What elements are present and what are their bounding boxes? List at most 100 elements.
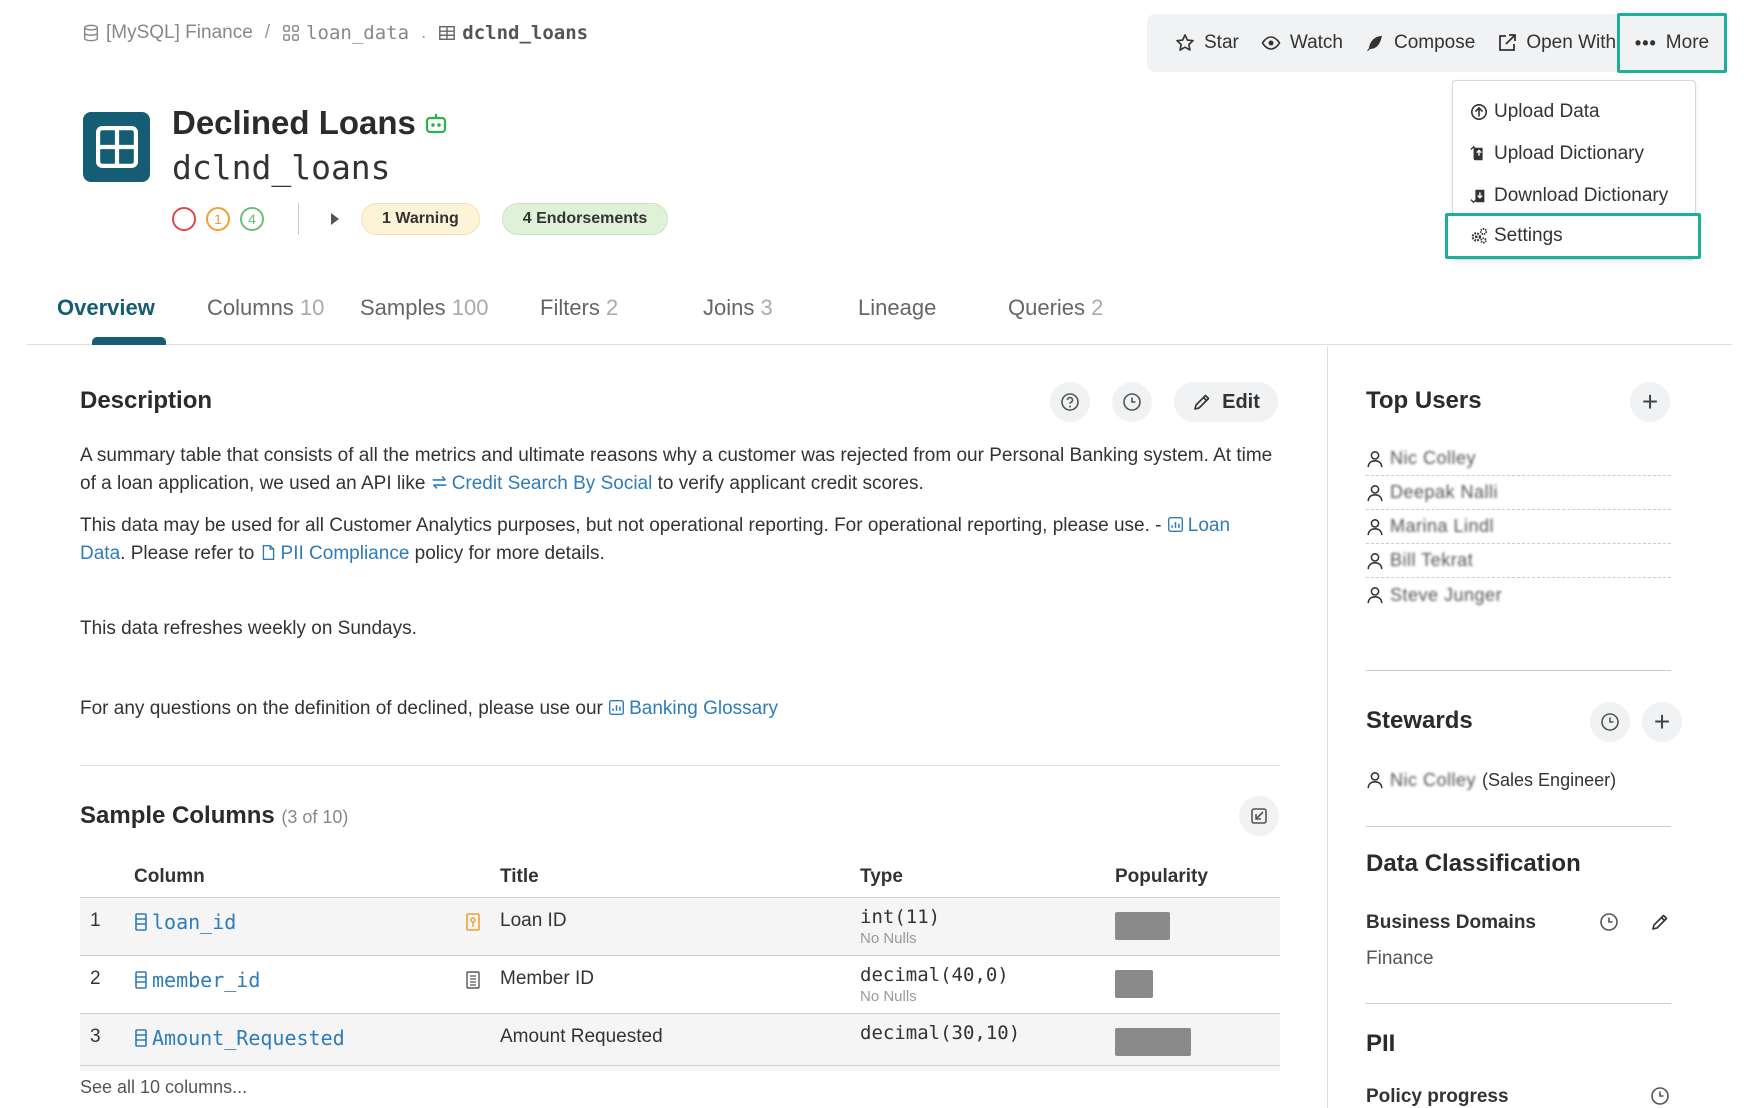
tab-queries[interactable]: Queries 2 <box>1008 295 1103 321</box>
banking-glossary-link-label: Banking Glossary <box>629 698 779 719</box>
tab-label: Columns <box>207 295 294 320</box>
popularity-bar <box>1115 1028 1191 1056</box>
clock-icon <box>1123 393 1141 411</box>
table-badge-icon <box>83 112 150 182</box>
table-row: 3 Amount_Requested Amount Requested deci… <box>80 1013 1280 1071</box>
description-paragraph-1: A summary table that consists of all the… <box>80 442 1280 498</box>
description-text: to verify applicant credit scores. <box>652 473 924 494</box>
compose-button[interactable]: Compose <box>1357 23 1483 63</box>
column-icon <box>135 971 147 989</box>
external-link-icon <box>1499 34 1517 51</box>
database-icon <box>83 24 99 42</box>
user-name: Bill Tekrat <box>1390 550 1474 570</box>
expand-caret-icon[interactable] <box>331 213 339 225</box>
status-row: 1 4 1 Warning 4 Endorsements <box>172 203 690 235</box>
tab-samples[interactable]: Samples 100 <box>360 295 488 321</box>
menu-item-settings[interactable]: Settings <box>1445 213 1701 259</box>
list-item[interactable]: Steve Junger <box>1366 578 1671 612</box>
banking-glossary-link[interactable]: Banking Glossary <box>608 698 778 719</box>
help-button[interactable] <box>1050 382 1090 422</box>
warning-status-indicator[interactable]: 1 <box>206 207 230 231</box>
warning-badge[interactable]: 1 Warning <box>361 203 480 235</box>
column-name: member_id <box>152 968 261 992</box>
menu-item-upload-data[interactable]: Upload Data <box>1453 91 1695 133</box>
list-item[interactable]: Marina Lindl <box>1366 510 1671 544</box>
popularity-bar <box>1115 970 1153 998</box>
credit-search-link[interactable]: Credit Search By Social <box>431 473 652 494</box>
sidebar-divider <box>1366 1003 1671 1004</box>
description-title: Description <box>80 387 213 414</box>
pencil-icon <box>1194 394 1210 410</box>
more-label: More <box>1665 32 1710 53</box>
table-bottom-border <box>80 1065 1280 1066</box>
history-button[interactable] <box>1112 382 1152 422</box>
table-row: 2 member_id Member ID decimal(40,0) No N… <box>80 955 1280 1013</box>
edit-label: Edit <box>1222 390 1260 413</box>
open-with-button[interactable]: Open With <box>1489 23 1624 63</box>
column-link[interactable]: member_id <box>134 968 260 992</box>
column-name: Amount_Requested <box>152 1026 345 1050</box>
breadcrumb-source-label: [MySQL] Finance <box>106 22 253 43</box>
column-title: Amount Requested <box>500 1026 663 1047</box>
sample-columns-title-label: Sample Columns <box>80 802 275 829</box>
key-badge-icon <box>466 913 480 931</box>
business-domains-history-button[interactable] <box>1597 910 1621 934</box>
question-icon <box>1061 393 1079 411</box>
tab-overview[interactable]: Overview <box>57 295 155 321</box>
business-domains-edit-button[interactable] <box>1648 910 1672 934</box>
steward-role: (Sales Engineer) <box>1482 769 1617 790</box>
menu-item-download-dictionary[interactable]: Download Dictionary <box>1453 175 1695 217</box>
endorsement-badge[interactable]: 4 Endorsements <box>501 203 669 235</box>
business-domains-value: Finance <box>1366 948 1434 969</box>
watch-button[interactable]: Watch <box>1253 23 1351 63</box>
column-header-title: Title <box>500 866 539 887</box>
tab-lineage[interactable]: Lineage <box>858 295 936 321</box>
tab-label: Lineage <box>858 295 937 320</box>
steward-name: Nic Colley <box>1390 769 1477 790</box>
tab-label: Queries <box>1008 295 1086 320</box>
list-item[interactable]: Nic Colley <box>1366 442 1671 476</box>
column-link[interactable]: Amount_Requested <box>134 1026 345 1050</box>
stewards-history-button[interactable] <box>1590 702 1630 742</box>
add-steward-button[interactable]: + <box>1642 702 1682 742</box>
breadcrumb-schema[interactable]: loan_data <box>282 22 409 44</box>
tab-columns[interactable]: Columns 10 <box>207 295 324 321</box>
ok-status-indicator[interactable]: 4 <box>240 207 264 231</box>
sample-columns-title: Sample Columns (3 of 10) <box>80 802 348 830</box>
expand-columns-button[interactable] <box>1239 796 1279 836</box>
column-title: Loan ID <box>500 910 567 931</box>
policy-progress-history-button[interactable] <box>1648 1084 1672 1108</box>
edit-description-button[interactable]: Edit <box>1174 382 1278 422</box>
schema-icon <box>283 25 299 41</box>
tab-label: Overview <box>57 295 155 320</box>
data-classification-title: Data Classification <box>1366 850 1581 877</box>
tab-filters[interactable]: Filters 2 <box>540 295 618 321</box>
menu-item-upload-dictionary[interactable]: Upload Dictionary <box>1453 133 1695 175</box>
more-button[interactable]: ••• More <box>1617 13 1727 73</box>
tab-count: 2 <box>606 295 619 320</box>
section-divider <box>80 765 1280 766</box>
list-item[interactable]: Bill Tekrat <box>1366 544 1671 578</box>
star-label: Star <box>1204 32 1239 53</box>
robot-icon <box>425 114 446 134</box>
see-all-columns-link[interactable]: See all 10 columns... <box>80 1077 247 1098</box>
star-button[interactable]: Star <box>1167 23 1247 63</box>
tab-joins[interactable]: Joins 3 <box>703 295 773 321</box>
pii-compliance-link[interactable]: PII Compliance <box>260 543 409 564</box>
column-header-column: Column <box>134 866 205 887</box>
steward-item[interactable]: Nic Colley (Sales Engineer) <box>1366 763 1671 797</box>
table-icon <box>439 25 456 41</box>
pii-title: PII <box>1366 1030 1396 1057</box>
row-number: 2 <box>90 968 101 989</box>
user-icon <box>1367 450 1383 467</box>
error-status-indicator[interactable] <box>172 207 196 231</box>
breadcrumb-source[interactable]: [MySQL] Finance <box>82 22 253 44</box>
api-arrows-icon <box>432 476 446 489</box>
content-divider <box>1327 346 1328 1108</box>
list-item[interactable]: Deepak Nalli <box>1366 476 1671 510</box>
description-paragraph-3: This data refreshes weekly on Sundays. <box>80 618 417 639</box>
compose-label: Compose <box>1394 32 1476 53</box>
user-icon <box>1367 587 1383 604</box>
column-link[interactable]: loan_id <box>134 910 236 934</box>
add-top-user-button[interactable]: + <box>1630 382 1670 422</box>
